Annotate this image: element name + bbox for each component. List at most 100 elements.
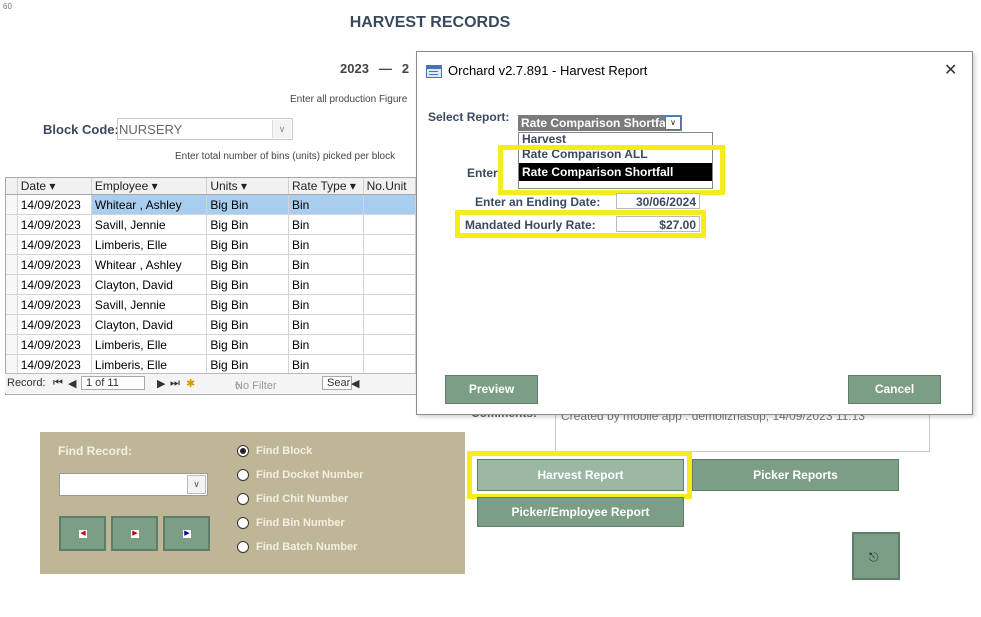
radio-button[interactable] <box>237 493 249 506</box>
cell-no-units[interactable] <box>363 294 416 315</box>
row-selector[interactable] <box>6 314 18 335</box>
row-selector[interactable] <box>6 214 18 235</box>
table-row[interactable]: 14/09/2023 Clayton, David Big Bin Bin <box>6 314 416 335</box>
radio-button[interactable] <box>237 469 249 482</box>
cell-rate-type[interactable]: Bin <box>288 314 364 335</box>
cell-date[interactable]: 14/09/2023 <box>17 254 92 275</box>
record-position-field[interactable]: 1 of 11 <box>81 376 145 390</box>
radio-button[interactable] <box>237 541 249 554</box>
search-box[interactable]: Sear <box>322 376 352 390</box>
cell-units[interactable]: Big Bin <box>206 314 290 335</box>
preview-button[interactable]: Preview <box>445 375 538 404</box>
column-header-no-units[interactable]: No.Unit <box>363 178 416 195</box>
column-header-employee[interactable]: Employee ▾ <box>91 178 208 195</box>
select-all-corner[interactable] <box>6 178 18 195</box>
table-row[interactable]: 14/09/2023 Whitear , Ashley Big Bin Bin <box>6 254 416 275</box>
cell-date[interactable]: 14/09/2023 <box>17 334 92 355</box>
cell-no-units[interactable] <box>363 274 416 295</box>
new-record-icon[interactable]: ✱ <box>186 377 195 390</box>
picker-employee-report-button[interactable]: Picker/Employee Report <box>477 497 684 527</box>
cell-employee[interactable]: Savill, Jennie <box>91 214 208 235</box>
cell-date[interactable]: 14/09/2023 <box>17 314 92 335</box>
cell-employee[interactable]: Savill, Jennie <box>91 294 208 315</box>
column-header-date[interactable]: Date ▾ <box>17 178 92 195</box>
cell-rate-type[interactable]: Bin <box>288 194 364 215</box>
cell-units[interactable]: Big Bin <box>206 334 290 355</box>
first-record-button[interactable]: ◀ <box>59 516 106 551</box>
cell-units[interactable]: Big Bin <box>206 194 290 215</box>
table-row[interactable]: 14/09/2023 Limberis, Elle Big Bin Bin <box>6 354 416 375</box>
cell-rate-type[interactable]: Bin <box>288 334 364 355</box>
chevron-down-icon[interactable]: ∨ <box>187 475 206 494</box>
cell-rate-type[interactable]: Bin <box>288 254 364 275</box>
row-selector[interactable] <box>6 194 18 215</box>
find-option[interactable]: Find Block <box>237 445 364 469</box>
cell-date[interactable]: 14/09/2023 <box>17 234 92 255</box>
cell-units[interactable]: Big Bin <box>206 274 290 295</box>
close-icon[interactable]: ✕ <box>944 60 957 80</box>
row-selector[interactable] <box>6 274 18 295</box>
find-option[interactable]: Find Chit Number <box>237 493 364 517</box>
picker-reports-button[interactable]: Picker Reports <box>692 459 899 491</box>
report-option-harvest[interactable]: Harvest <box>519 133 712 145</box>
cell-no-units[interactable] <box>363 354 416 375</box>
cell-rate-type[interactable]: Bin <box>288 234 364 255</box>
find-option[interactable]: Find Bin Number <box>237 517 364 541</box>
cell-date[interactable]: 14/09/2023 <box>17 214 92 235</box>
cell-rate-type[interactable]: Bin <box>288 214 364 235</box>
cell-units[interactable]: Big Bin <box>206 254 290 275</box>
table-row[interactable]: 14/09/2023 Whitear , Ashley Big Bin Bin <box>6 194 416 215</box>
find-option[interactable]: Find Batch Number <box>237 541 364 565</box>
table-row[interactable]: 14/09/2023 Limberis, Elle Big Bin Bin <box>6 334 416 355</box>
column-header-rate-type[interactable]: Rate Type ▾ <box>288 178 364 195</box>
cell-rate-type[interactable]: Bin <box>288 274 364 295</box>
cell-employee[interactable]: Clayton, David <box>91 274 208 295</box>
select-report-combo[interactable]: Rate Comparison Shortfall ∨ <box>518 115 682 131</box>
first-record-icon[interactable]: ⏮ <box>53 377 63 390</box>
scroll-left-icon[interactable]: ◀ <box>351 377 359 390</box>
cell-units[interactable]: Big Bin <box>206 234 290 255</box>
ending-date-field[interactable]: 30/06/2024 <box>616 193 700 209</box>
prev-record-icon[interactable]: ◀ <box>68 377 76 390</box>
cell-no-units[interactable] <box>363 194 416 215</box>
cancel-button[interactable]: Cancel <box>848 375 941 404</box>
cell-no-units[interactable] <box>363 334 416 355</box>
cell-employee[interactable]: Limberis, Elle <box>91 334 208 355</box>
radio-button[interactable] <box>237 517 249 530</box>
row-selector[interactable] <box>6 294 18 315</box>
cell-date[interactable]: 14/09/2023 <box>17 354 92 375</box>
chevron-down-icon[interactable]: ∨ <box>665 116 681 130</box>
cell-employee[interactable]: Whitear , Ashley <box>91 194 208 215</box>
cell-employee[interactable]: Limberis, Elle <box>91 234 208 255</box>
cell-no-units[interactable] <box>363 254 416 275</box>
cell-date[interactable]: 14/09/2023 <box>17 274 92 295</box>
next-record-button[interactable]: ▶ <box>111 516 158 551</box>
block-code-combo[interactable]: NURSERY ∨ <box>117 118 293 140</box>
cell-units[interactable]: Big Bin <box>206 294 290 315</box>
last-record-button[interactable]: ▶ <box>163 516 210 551</box>
row-selector[interactable] <box>6 234 18 255</box>
column-header-units[interactable]: Units ▾ <box>206 178 290 195</box>
row-selector[interactable] <box>6 254 18 275</box>
cell-no-units[interactable] <box>363 234 416 255</box>
cell-date[interactable]: 14/09/2023 <box>17 194 92 215</box>
cell-employee[interactable]: Limberis, Elle <box>91 354 208 375</box>
next-record-icon[interactable]: ▶ <box>157 377 165 390</box>
find-record-combo[interactable]: ∨ <box>59 473 208 496</box>
radio-button[interactable] <box>237 445 249 458</box>
cell-rate-type[interactable]: Bin <box>288 354 364 375</box>
cell-employee[interactable]: Clayton, David <box>91 314 208 335</box>
row-selector[interactable] <box>6 334 18 355</box>
row-selector[interactable] <box>6 354 18 375</box>
cell-units[interactable]: Big Bin <box>206 354 290 375</box>
cell-units[interactable]: Big Bin <box>206 214 290 235</box>
find-option[interactable]: Find Docket Number <box>237 469 364 493</box>
chevron-down-icon[interactable]: ∨ <box>272 120 291 138</box>
table-row[interactable]: 14/09/2023 Clayton, David Big Bin Bin <box>6 274 416 295</box>
table-row[interactable]: 14/09/2023 Limberis, Elle Big Bin Bin <box>6 234 416 255</box>
table-row[interactable]: 14/09/2023 Savill, Jennie Big Bin Bin <box>6 294 416 315</box>
cell-rate-type[interactable]: Bin <box>288 294 364 315</box>
exit-button[interactable]: ⎋ <box>852 532 900 580</box>
cell-employee[interactable]: Whitear , Ashley <box>91 254 208 275</box>
cell-no-units[interactable] <box>363 214 416 235</box>
